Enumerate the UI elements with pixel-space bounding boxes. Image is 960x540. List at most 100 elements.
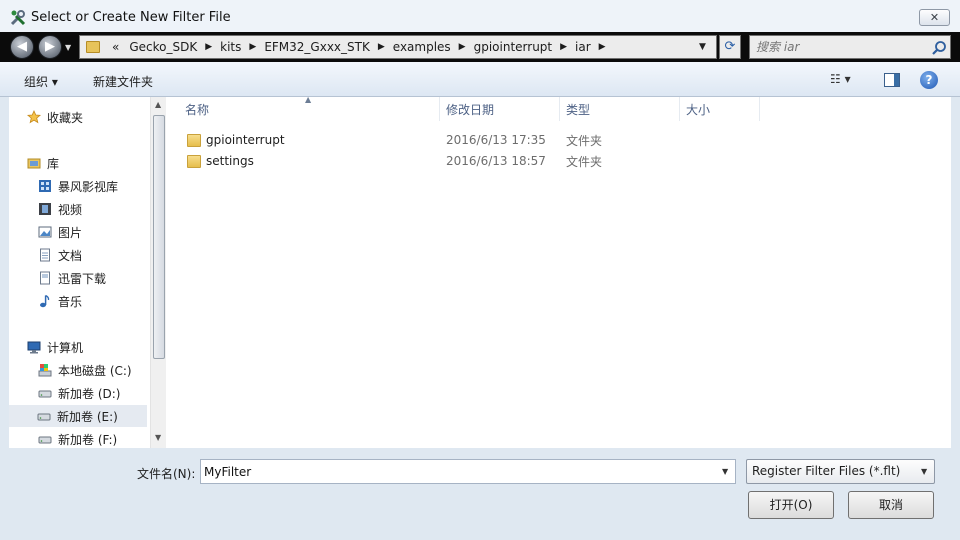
folder-icon: [86, 41, 100, 53]
nav-drive[interactable]: 本地磁盘 (C:): [38, 359, 132, 381]
nav-label: 视频: [58, 202, 83, 217]
breadcrumb-item[interactable]: kits: [214, 40, 247, 54]
title-bar: Select or Create New Filter File ✕: [0, 0, 960, 32]
nav-computer[interactable]: 计算机: [27, 336, 83, 358]
scroll-up-icon[interactable]: ▲: [155, 100, 161, 109]
nav-favorites[interactable]: 收藏夹: [27, 106, 83, 128]
forward-button[interactable]: ▶: [38, 35, 62, 59]
breadcrumb-item[interactable]: examples: [387, 40, 457, 54]
file-date: 2016/6/13 18:57: [446, 154, 546, 168]
refresh-button[interactable]: ⟳: [719, 35, 741, 59]
command-toolbar: 组织 ▾ 新建文件夹 ☷ ▾ ?: [0, 62, 960, 97]
nav-library[interactable]: 库: [27, 152, 59, 174]
search-icon[interactable]: [931, 40, 947, 56]
nav-drive-selected[interactable]: 新加卷 (E:): [9, 405, 147, 427]
document-icon: [40, 248, 50, 262]
breadcrumb[interactable]: « Gecko_SDK ▶ kits ▶ EFM32_Gxxx_STK ▶ ex…: [79, 35, 717, 59]
filename-combobox[interactable]: ▼: [200, 459, 736, 484]
column-header-size[interactable]: 大小: [680, 97, 760, 121]
library-icon: [27, 158, 41, 169]
breadcrumb-separator-icon[interactable]: ▶: [457, 42, 468, 52]
nav-drive[interactable]: 新加卷 (D:): [38, 382, 120, 404]
file-row[interactable]: gpiointerrupt 2016/6/13 17:35 文件夹: [184, 130, 944, 150]
nav-drive[interactable]: 新加卷 (F:): [38, 428, 117, 448]
folder-icon: [187, 154, 201, 168]
nav-label: 库: [47, 156, 60, 171]
nav-library-item[interactable]: 迅雷下载: [38, 267, 106, 289]
scrollbar-thumb[interactable]: [153, 115, 165, 359]
back-button[interactable]: ◀: [10, 35, 34, 59]
film-icon: [39, 203, 51, 215]
nav-label: 新加卷 (F:): [58, 432, 118, 447]
hard-drive-icon: [38, 436, 52, 444]
organize-button[interactable]: 组织 ▾: [24, 73, 58, 90]
breadcrumb-item[interactable]: EFM32_Gxxx_STK: [258, 40, 376, 54]
breadcrumb-separator-icon[interactable]: ▶: [597, 42, 608, 52]
column-header-type[interactable]: 类型: [560, 97, 680, 121]
nav-library-item[interactable]: 图片: [38, 221, 82, 243]
nav-label: 文档: [58, 248, 83, 263]
breadcrumb-item[interactable]: Gecko_SDK: [123, 40, 203, 54]
breadcrumb-separator-icon[interactable]: ▶: [376, 42, 387, 52]
system-drive-icon: [38, 364, 52, 377]
file-type: 文件夹: [566, 133, 603, 148]
computer-icon: [27, 341, 41, 354]
window-title: Select or Create New Filter File: [31, 10, 231, 25]
nav-library-item[interactable]: 音乐: [38, 290, 82, 312]
file-type: 文件夹: [566, 154, 603, 169]
column-header-date[interactable]: 修改日期: [440, 97, 560, 121]
breadcrumb-separator-icon[interactable]: ▶: [558, 42, 569, 52]
nav-library-item[interactable]: 视频: [38, 198, 82, 220]
video-library-icon: [39, 180, 51, 192]
hard-drive-icon: [37, 413, 51, 421]
breadcrumb-item[interactable]: iar: [569, 40, 597, 54]
breadcrumb-separator-icon[interactable]: ▶: [247, 42, 258, 52]
scroll-down-icon[interactable]: ▼: [155, 433, 161, 442]
folder-icon: [187, 133, 201, 147]
breadcrumb-overflow[interactable]: «: [108, 40, 123, 54]
filetype-select[interactable]: Register Filter Files (*.flt) ▼: [746, 459, 935, 484]
help-icon[interactable]: ?: [920, 71, 938, 89]
nav-label: 新加卷 (D:): [58, 386, 121, 401]
breadcrumb-item[interactable]: gpiointerrupt: [468, 40, 559, 54]
search-input[interactable]: [756, 39, 926, 55]
filetype-value: Register Filter Files (*.flt): [752, 464, 901, 478]
nav-library-item[interactable]: 文档: [38, 244, 82, 266]
hard-drive-icon: [38, 390, 52, 398]
navigation-pane: 收藏夹 库 暴风影视库 视频 图片 文档 迅雷下载 音乐 计算机 本地磁盘 (C…: [9, 97, 150, 448]
preview-pane-icon[interactable]: [884, 73, 900, 87]
nav-label: 音乐: [58, 294, 83, 309]
close-button[interactable]: ✕: [919, 9, 950, 26]
nav-label: 暴风影视库: [58, 179, 119, 194]
nav-label: 计算机: [47, 340, 84, 355]
nav-library-item[interactable]: 暴风影视库: [38, 175, 118, 197]
nav-label: 新加卷 (E:): [57, 409, 118, 424]
chevron-down-icon[interactable]: ▼: [722, 467, 728, 476]
download-folder-icon: [40, 271, 50, 285]
nav-label: 图片: [58, 225, 83, 240]
music-note-icon: [40, 294, 50, 308]
file-date: 2016/6/13 17:35: [446, 133, 546, 147]
star-icon: [27, 110, 41, 124]
new-folder-button[interactable]: 新建文件夹: [93, 73, 153, 90]
address-bar: ◀ ▶ ▼ « Gecko_SDK ▶ kits ▶ EFM32_Gxxx_ST…: [0, 32, 960, 62]
navigation-scrollbar[interactable]: ▲ ▼: [150, 97, 166, 448]
file-name: settings: [206, 154, 254, 168]
picture-icon: [38, 226, 52, 238]
nav-label: 收藏夹: [47, 110, 84, 125]
cancel-button[interactable]: 取消: [848, 491, 934, 519]
file-row[interactable]: settings 2016/6/13 18:57 文件夹: [184, 151, 944, 171]
view-options-button[interactable]: ☷ ▾: [830, 72, 851, 86]
recent-locations-dropdown-icon[interactable]: ▼: [65, 43, 71, 52]
open-button[interactable]: 打开(O): [748, 491, 834, 519]
column-header-name[interactable]: 名称: [166, 97, 440, 121]
file-list: ▲ 名称 修改日期 类型 大小 gpiointerrupt 2016/6/13 …: [166, 95, 951, 448]
address-dropdown-icon[interactable]: ▼: [699, 42, 706, 52]
chevron-down-icon[interactable]: ▼: [921, 460, 927, 483]
filename-input[interactable]: [204, 464, 704, 480]
tools-icon: [10, 10, 26, 26]
breadcrumb-separator-icon[interactable]: ▶: [203, 42, 214, 52]
nav-label: 本地磁盘 (C:): [58, 363, 132, 378]
search-box[interactable]: [749, 35, 951, 59]
nav-label: 迅雷下载: [58, 271, 107, 286]
